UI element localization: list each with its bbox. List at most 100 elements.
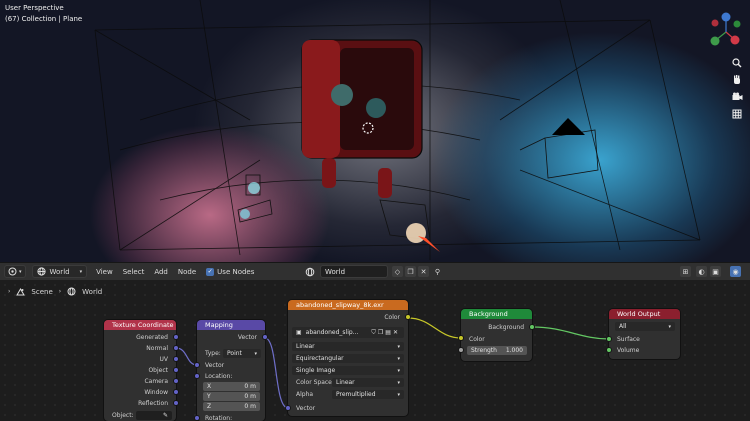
input-volume: Volume bbox=[617, 346, 640, 354]
socket-uv[interactable] bbox=[173, 356, 179, 362]
interpolation-value: Linear bbox=[296, 343, 315, 350]
output-camera: Camera bbox=[144, 377, 168, 385]
close-icon[interactable]: ✕ bbox=[418, 266, 429, 277]
socket-object[interactable] bbox=[173, 367, 179, 373]
active-collection-label: (67) Collection | Plane bbox=[5, 15, 83, 23]
image-icon: ▣ bbox=[296, 329, 302, 336]
node-background[interactable]: Background Background Color Strength 1.0… bbox=[461, 309, 532, 361]
chevron-down-icon: ▾ bbox=[254, 350, 257, 357]
node-editor-header: ▾ World ▾ View Select Add Node ✓ Use Nod… bbox=[0, 262, 750, 280]
alpha-dropdown[interactable]: Premultiplied ▾ bbox=[332, 390, 404, 399]
zoom-icon[interactable] bbox=[730, 56, 744, 70]
robot-model bbox=[301, 39, 423, 198]
input-surface: Surface bbox=[617, 335, 640, 343]
scene-render bbox=[94, 0, 741, 260]
rotation-label: Rotation: bbox=[205, 414, 233, 421]
target-dropdown[interactable]: All ▾ bbox=[615, 322, 675, 331]
chevron-down-icon: ▾ bbox=[19, 268, 22, 275]
node-texture-coordinate[interactable]: Texture Coordinate Generated Normal UV O… bbox=[104, 320, 176, 421]
socket-image-color[interactable] bbox=[405, 314, 411, 320]
strength-field[interactable]: Strength 1.000 bbox=[467, 346, 527, 355]
node-mapping[interactable]: Mapping Vector Type: Point ▾ Vector Loca… bbox=[197, 320, 265, 421]
use-nodes-toggle[interactable]: ✓ Use Nodes bbox=[203, 265, 257, 278]
type-dropdown[interactable]: Point ▾ bbox=[223, 349, 261, 358]
location-x-field[interactable]: X 0 m bbox=[203, 382, 260, 391]
socket-volume[interactable] bbox=[606, 347, 612, 353]
socket-normal[interactable] bbox=[173, 345, 179, 351]
world-preview-icon[interactable]: ◉ bbox=[730, 266, 741, 277]
source-dropdown[interactable]: Single Image ▾ bbox=[292, 366, 404, 375]
socket-camera[interactable] bbox=[173, 378, 179, 384]
node-editor-canvas[interactable]: › Scene › World Texture Coordinate Gener… bbox=[0, 280, 750, 421]
type-value: Point bbox=[227, 350, 242, 357]
output-uv: UV bbox=[159, 355, 169, 363]
socket-reflection[interactable] bbox=[173, 400, 179, 406]
navigation-gizmo bbox=[710, 12, 741, 46]
snap-icon[interactable]: ⊞ bbox=[680, 266, 691, 277]
checkbox-checked-icon: ✓ bbox=[206, 267, 215, 276]
node-title: Texture Coordinate bbox=[104, 320, 176, 330]
node-world-output[interactable]: World Output All ▾ Surface Volume bbox=[609, 309, 680, 359]
shader-type-label: World bbox=[49, 267, 70, 276]
image-selector[interactable]: ▣ abandoned_slip... ⛉❐▤✕ bbox=[292, 327, 404, 338]
location-x-value: 0 m bbox=[244, 383, 256, 390]
chevron-down-icon: ▾ bbox=[397, 379, 400, 386]
color-space-dropdown[interactable]: Linear ▾ bbox=[332, 378, 404, 387]
alpha-value: Premultiplied bbox=[336, 391, 376, 398]
socket-window[interactable] bbox=[173, 389, 179, 395]
menu-node[interactable]: Node bbox=[175, 265, 199, 278]
image-name: abandoned_slip... bbox=[305, 329, 359, 336]
location-z-field[interactable]: Z 0 m bbox=[203, 402, 260, 411]
projection-value: Equirectangular bbox=[296, 355, 344, 362]
socket-surface[interactable] bbox=[606, 336, 612, 342]
socket-location[interactable] bbox=[194, 373, 200, 379]
world-browse-button[interactable] bbox=[305, 266, 318, 278]
socket-background-out[interactable] bbox=[529, 324, 535, 330]
socket-generated[interactable] bbox=[173, 334, 179, 340]
projection-dropdown[interactable]: Equirectangular ▾ bbox=[292, 354, 404, 363]
location-y-field[interactable]: Y 0 m bbox=[203, 392, 260, 401]
socket-rotation[interactable] bbox=[194, 415, 200, 421]
output-vector: Vector bbox=[237, 333, 257, 341]
world-name-field[interactable]: World bbox=[320, 265, 388, 278]
socket-background-color[interactable] bbox=[458, 335, 464, 341]
shader-type-dropdown[interactable]: World ▾ bbox=[31, 265, 88, 278]
backdrop-icon[interactable]: ▣ bbox=[710, 266, 721, 277]
socket-image-vector[interactable] bbox=[285, 405, 291, 411]
eyedropper-icon: ✎ bbox=[162, 412, 168, 419]
menu-add[interactable]: Add bbox=[151, 265, 171, 278]
object-picker-field[interactable]: ✎ bbox=[136, 411, 172, 420]
node-environment-texture[interactable]: abandoned_slipway_8k.exr Color ▣ abandon… bbox=[288, 300, 408, 416]
image-actions-icon: ⛉❐▤✕ bbox=[371, 328, 400, 336]
output-generated: Generated bbox=[136, 333, 168, 341]
chevron-down-icon: ▾ bbox=[397, 367, 400, 374]
node-title: Background bbox=[461, 309, 532, 319]
hand-icon[interactable] bbox=[730, 73, 744, 87]
interpolation-dropdown[interactable]: Linear ▾ bbox=[292, 342, 404, 351]
camera-icon[interactable] bbox=[730, 90, 744, 104]
output-reflection: Reflection bbox=[138, 399, 168, 407]
duplicate-icon[interactable]: ❐ bbox=[405, 266, 416, 277]
node-title: abandoned_slipway_8k.exr bbox=[288, 300, 408, 310]
view-perspective-label: User Perspective bbox=[5, 4, 64, 12]
pin-icon[interactable]: ⚲ bbox=[432, 266, 443, 277]
editor-type-dropdown[interactable]: ▾ bbox=[4, 265, 26, 278]
menu-view[interactable]: View bbox=[93, 265, 116, 278]
overlay-icon[interactable]: ◐ bbox=[696, 266, 707, 277]
3d-viewport[interactable]: User Perspective (67) Collection | Plane bbox=[0, 0, 750, 262]
chevron-down-icon: ▾ bbox=[79, 268, 83, 275]
location-label: Location: bbox=[205, 372, 233, 380]
socket-strength[interactable] bbox=[458, 347, 464, 353]
grid-icon[interactable] bbox=[730, 107, 744, 121]
chevron-down-icon: ▾ bbox=[668, 323, 671, 330]
socket-mapping-in[interactable] bbox=[194, 362, 200, 368]
node-title: Mapping bbox=[197, 320, 265, 330]
axis-x-label: X bbox=[207, 383, 212, 390]
fake-user-shield-icon[interactable]: ◇ bbox=[392, 266, 403, 277]
menu-select[interactable]: Select bbox=[120, 265, 148, 278]
output-normal: Normal bbox=[146, 344, 168, 352]
color-space-value: Linear bbox=[336, 379, 355, 386]
socket-mapping-out[interactable] bbox=[262, 334, 268, 340]
input-vector: Vector bbox=[296, 404, 316, 412]
output-window: Window bbox=[144, 388, 168, 396]
